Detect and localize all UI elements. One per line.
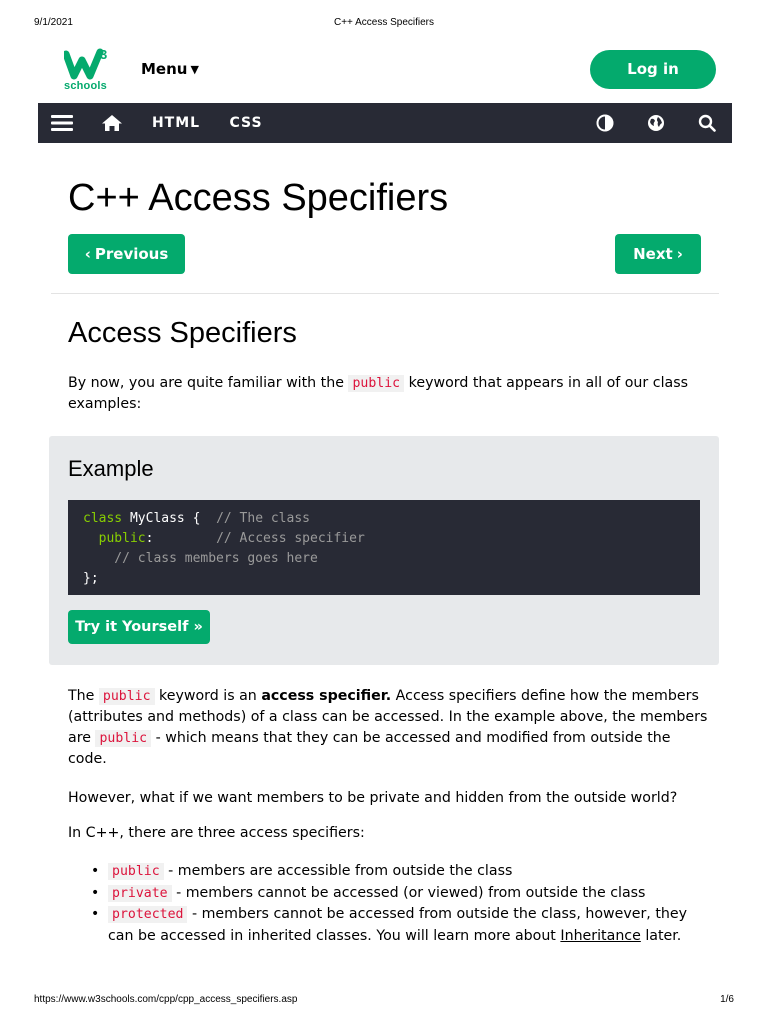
access-specifier-paragraph: The public keyword is an access specifie… <box>68 686 708 770</box>
code-comment: // Access specifier <box>216 531 365 546</box>
hamburger-icon[interactable] <box>48 103 76 143</box>
print-header: 9/1/2021 C++ Access Specifiers <box>0 0 768 30</box>
example-heading: Example <box>68 456 154 481</box>
inline-code-protected: protected <box>108 906 188 923</box>
previous-button[interactable]: ‹ Previous <box>68 234 185 274</box>
list-item-text: - members cannot be accessed (or viewed)… <box>171 884 646 901</box>
main-navbar: HTML CSS <box>38 103 732 143</box>
search-icon[interactable] <box>696 103 718 143</box>
globe-icon[interactable] <box>645 103 667 143</box>
intro-text-1: By now, you are quite familiar with the <box>68 375 349 391</box>
top-bar: 3 schools Menu ▼ Log in <box>38 42 732 100</box>
example-box: Example class MyClass { // The class pub… <box>49 436 719 665</box>
print-page-number: 1/6 <box>720 994 734 1005</box>
nav-item-css[interactable]: CSS <box>226 103 266 143</box>
menu-label: Menu <box>141 60 188 78</box>
w3schools-logo[interactable]: 3 schools <box>64 46 114 94</box>
code-block: class MyClass { // The class public: // … <box>68 500 700 595</box>
w3-logo-icon <box>64 48 104 80</box>
intro-paragraph: By now, you are quite familiar with the … <box>68 373 708 415</box>
list-item: public - members are accessible from out… <box>91 861 708 883</box>
try-it-yourself-button[interactable]: Try it Yourself » <box>68 610 210 644</box>
code-comment: // The class <box>216 511 310 526</box>
code-token: public <box>83 531 146 546</box>
list-item-text: later. <box>640 927 682 944</box>
private-question-paragraph: However, what if we want members to be p… <box>68 790 678 806</box>
code-token: : <box>145 531 217 546</box>
print-url: https://www.w3schools.com/cpp/cpp_access… <box>34 994 298 1005</box>
three-specifiers-paragraph: In C++, there are three access specifier… <box>68 825 365 841</box>
code-comment: // class members goes here <box>83 551 318 566</box>
section-title: Access Specifiers <box>68 317 297 349</box>
inline-code-private: private <box>108 884 172 902</box>
chevron-left-icon: ‹ <box>84 245 91 263</box>
page-title: C++ Access Specifiers <box>68 177 449 219</box>
logo-wordmark: schools <box>64 80 107 92</box>
list-item-text: - members are accessible from outside th… <box>163 863 513 879</box>
next-label: Next <box>633 245 673 263</box>
list-item: protected - members cannot be accessed f… <box>91 904 708 947</box>
login-button[interactable]: Log in <box>590 50 716 89</box>
p2-text: The <box>68 688 99 704</box>
inline-code-public: public <box>348 375 405 392</box>
next-button[interactable]: Next › <box>615 234 701 274</box>
inheritance-link[interactable]: Inheritance <box>560 928 640 944</box>
divider <box>51 293 719 294</box>
contrast-icon[interactable] <box>594 103 616 143</box>
code-token: MyClass { <box>122 511 217 526</box>
inline-code-public: public <box>98 688 155 705</box>
print-footer: https://www.w3schools.com/cpp/cpp_access… <box>0 994 768 1014</box>
home-icon[interactable] <box>100 103 124 143</box>
list-item: private - members cannot be accessed (or… <box>91 883 708 905</box>
print-title: C++ Access Specifiers <box>333 17 435 28</box>
specifier-list: public - members are accessible from out… <box>91 861 708 947</box>
logo-superscript: 3 <box>100 47 108 62</box>
code-token: }; <box>83 571 99 586</box>
p2-bold-text: access specifier. <box>261 688 392 704</box>
p2-text: keyword is an <box>154 688 262 704</box>
inline-code-public: public <box>95 730 152 747</box>
chevron-right-icon: › <box>676 245 683 263</box>
code-token: class <box>83 511 123 526</box>
menu-button[interactable]: Menu ▼ <box>141 60 199 78</box>
previous-label: Previous <box>94 245 169 263</box>
p2-text: - which means that they can be accessed … <box>68 730 671 767</box>
inline-code-public: public <box>108 863 164 880</box>
nav-item-html[interactable]: HTML <box>150 103 202 143</box>
caret-down-icon: ▼ <box>190 63 199 76</box>
